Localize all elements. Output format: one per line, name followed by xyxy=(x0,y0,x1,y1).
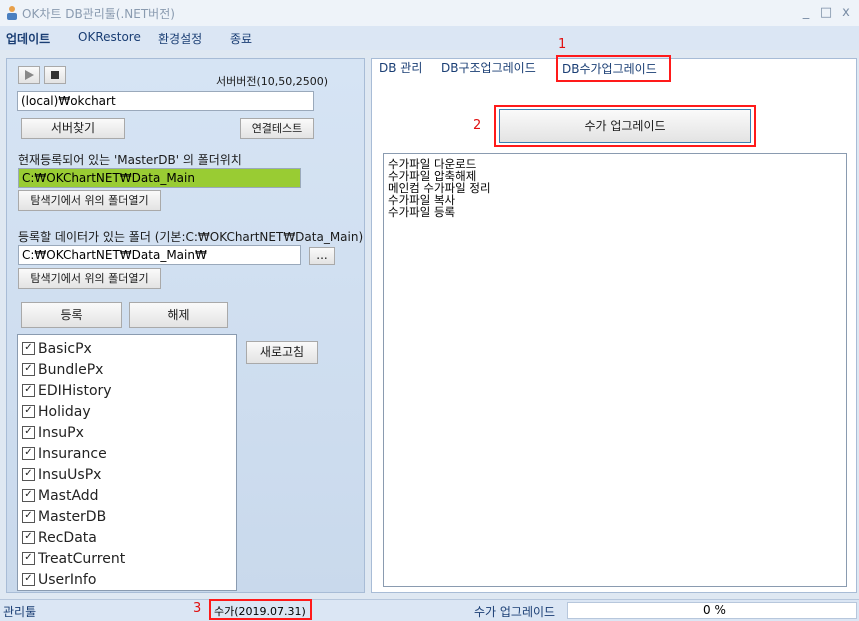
tab-db-manage[interactable]: DB 관리 xyxy=(379,59,422,76)
open-explorer-button-2[interactable]: 탐색기에서 위의 폴더열기 xyxy=(18,268,161,289)
menu-update[interactable]: 업데이트 xyxy=(6,30,50,47)
list-item[interactable]: ✓ InsuUsPx xyxy=(18,464,236,485)
checkbox[interactable]: ✓ xyxy=(22,426,35,439)
minimize-button[interactable]: _ xyxy=(796,3,816,23)
menu-settings[interactable]: 환경설정 xyxy=(158,30,202,47)
log-line: 수가파일 등록 xyxy=(388,205,456,219)
list-item-label: InsuUsPx xyxy=(38,466,102,483)
list-item-label: BasicPx xyxy=(38,340,92,357)
annotation-number-1: 1 xyxy=(558,37,567,52)
checkbox[interactable]: ✓ xyxy=(22,342,35,355)
stop-button[interactable] xyxy=(44,66,66,84)
status-app-label: 관리툴 xyxy=(3,605,37,619)
play-icon xyxy=(25,70,34,80)
list-item-label: RecData xyxy=(38,529,97,546)
log-box: 수가파일 다운로드 수가파일 압축해제 메인컴 수가파일 정리 수가파일 복사 … xyxy=(383,153,847,587)
maximize-button[interactable]: □ xyxy=(816,3,836,23)
server-input[interactable]: (local)₩okchart xyxy=(17,91,314,111)
find-server-button[interactable]: 서버찾기 xyxy=(21,118,125,139)
register-path-input[interactable]: C:₩OKChartNET₩Data_Main₩ xyxy=(18,245,301,265)
list-item-label: Holiday xyxy=(38,403,91,420)
browse-button[interactable]: ... xyxy=(309,247,335,265)
annotation-number-2: 2 xyxy=(473,118,482,133)
list-item[interactable]: ✓ BundlePx xyxy=(18,359,236,380)
list-item[interactable]: ✓ MastAdd xyxy=(18,485,236,506)
list-item[interactable]: ✓ UserInfo xyxy=(18,569,236,590)
master-folder-label: 현재등록되어 있는 'MasterDB' 의 폴더위치 xyxy=(18,153,242,167)
menu-exit[interactable]: 종료 xyxy=(230,30,252,47)
list-item-label: EDIHistory xyxy=(38,382,112,399)
status-fee-version: 수가(2019.07.31) xyxy=(214,605,306,618)
checkbox[interactable]: ✓ xyxy=(22,510,35,523)
tab-db-structure-upgrade[interactable]: DB구조업그레이드 xyxy=(441,59,536,76)
list-item[interactable]: ✓ InsuPx xyxy=(18,422,236,443)
checkbox[interactable]: ✓ xyxy=(22,531,35,544)
close-button[interactable]: x xyxy=(836,3,856,23)
list-item[interactable]: ✓ EDIHistory xyxy=(18,380,236,401)
checkbox[interactable]: ✓ xyxy=(22,447,35,460)
play-button[interactable] xyxy=(18,66,40,84)
register-button[interactable]: 등록 xyxy=(21,302,122,328)
list-item[interactable]: ✓ MasterDB xyxy=(18,506,236,527)
checkbox[interactable]: ✓ xyxy=(22,552,35,565)
menu-okrestore[interactable]: OKRestore xyxy=(78,30,141,44)
checkbox[interactable]: ✓ xyxy=(22,363,35,376)
tab-db-fee-upgrade[interactable]: DB수가업그레이드 xyxy=(562,60,657,77)
list-item[interactable]: ✓ Insurance xyxy=(18,443,236,464)
register-folder-label: 등록할 데이터가 있는 폴더 (기본:C:₩OKChartNET₩Data_Ma… xyxy=(18,230,364,244)
progress-text: 0 % xyxy=(703,603,726,617)
checkbox[interactable]: ✓ xyxy=(22,573,35,586)
log-line: 수가파일 복사 xyxy=(388,193,456,207)
refresh-button[interactable]: 새로고침 xyxy=(246,341,318,364)
window-title: OK차트 DB관리툴(.NET버전) xyxy=(22,7,175,21)
unregister-button[interactable]: 해제 xyxy=(129,302,228,328)
list-item[interactable]: ✓ BasicPx xyxy=(18,338,236,359)
checkbox[interactable]: ✓ xyxy=(22,468,35,481)
list-item[interactable]: ✓ Holiday xyxy=(18,401,236,422)
fee-upgrade-button[interactable]: 수가 업그레이드 xyxy=(499,109,751,143)
annotation-number-3: 3 xyxy=(193,601,202,616)
list-item-label: Insurance xyxy=(38,445,107,462)
db-list: ✓ BasicPx ✓ BundlePx ✓ EDIHistory ✓ Holiday … xyxy=(17,334,237,591)
checkbox[interactable]: ✓ xyxy=(22,384,35,397)
list-item-label: InsuPx xyxy=(38,424,84,441)
list-item-label: TreatCurrent xyxy=(38,550,126,567)
list-item-label: MasterDB xyxy=(38,508,107,525)
master-path-field: C:₩OKChartNET₩Data_Main xyxy=(18,168,301,188)
app-icon xyxy=(7,6,17,20)
log-line: 메인컴 수가파일 정리 xyxy=(388,181,491,195)
list-item-label: UserInfo xyxy=(38,571,97,588)
stop-icon xyxy=(51,71,59,79)
list-item-label: MastAdd xyxy=(38,487,99,504)
status-task: 수가 업그레이드 xyxy=(474,605,556,619)
list-item-label: BundlePx xyxy=(38,361,104,378)
checkbox[interactable]: ✓ xyxy=(22,405,35,418)
list-item[interactable]: ✓ RecData xyxy=(18,527,236,548)
checkbox[interactable]: ✓ xyxy=(22,489,35,502)
server-version: 서버버전(10,50,2500) xyxy=(216,75,329,88)
test-connection-button[interactable]: 연결테스트 xyxy=(240,118,314,139)
list-item[interactable]: ✓ TreatCurrent xyxy=(18,548,236,569)
open-explorer-button-1[interactable]: 탐색기에서 위의 폴더열기 xyxy=(18,190,161,211)
